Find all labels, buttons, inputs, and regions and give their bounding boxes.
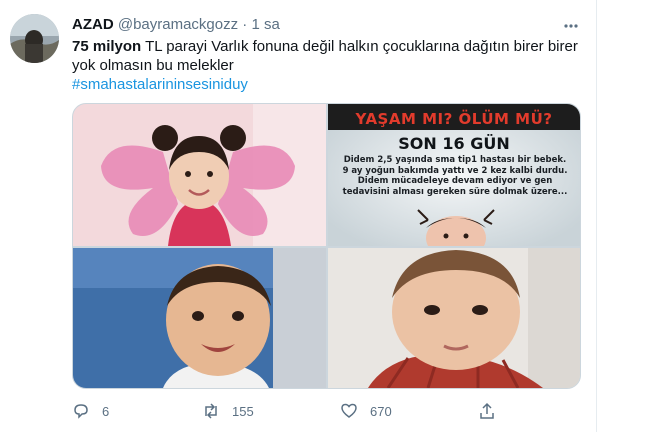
- reply-count: 6: [102, 403, 110, 419]
- poster-line: Didem mücadeleye devam ediyor ve gen: [357, 176, 553, 186]
- heart-icon: [341, 403, 357, 418]
- media-grid: YAŞAM MI? ÖLÜM MÜ? SON 16 GÜN Didem 2,5 …: [72, 103, 581, 389]
- like-button[interactable]: 670: [340, 400, 392, 422]
- poster-line: tedavisini alması gereken süre dolmak üz…: [342, 186, 568, 197]
- photo-girl-butterfly-wings[interactable]: [73, 104, 326, 246]
- like-count: 670: [370, 403, 392, 419]
- column-divider: [596, 0, 597, 432]
- tweet-text-body: TL parayi Varlık fonuna değil halkın çoc…: [72, 38, 578, 74]
- tweet-text-bold: 75 milyon: [72, 38, 142, 55]
- poster-body: Didem 2,5 yaşında sma tip1 hastası bir b…: [342, 155, 568, 197]
- photo-baby-smiling[interactable]: [73, 248, 326, 388]
- retweet-button[interactable]: 155: [202, 400, 254, 422]
- tweet-text: 75 milyon TL parayi Varlık fonuna değil …: [72, 37, 582, 94]
- tweet-actions: 6 155 670: [72, 400, 582, 422]
- tweet[interactable]: AZAD @bayramackgozz · 1 sa 75 milyon TL …: [0, 0, 670, 432]
- author-handle[interactable]: @bayramackgozz: [118, 16, 238, 33]
- retweet-icon: [205, 403, 217, 419]
- share-icon: [480, 402, 494, 419]
- photo-baby-closeup[interactable]: [328, 248, 580, 388]
- avatar[interactable]: [10, 14, 59, 63]
- tweet-time[interactable]: 1 sa: [251, 16, 279, 33]
- poster-title: YAŞAM MI? ÖLÜM MÜ?: [355, 110, 553, 128]
- reply-button[interactable]: 6: [72, 400, 109, 422]
- poster-line: 9 ay yoğun bakımda yattı ve 2 kez kalbi …: [342, 165, 568, 176]
- reply-icon: [74, 404, 88, 419]
- tweet-header: AZAD @bayramackgozz · 1 sa: [72, 15, 280, 35]
- poster-subtitle: SON 16 GÜN: [398, 134, 510, 153]
- share-button[interactable]: [478, 400, 508, 422]
- hashtag-link[interactable]: #smahastalarininsesiniduy: [72, 75, 582, 94]
- poster-line: Didem 2,5 yaşında sma tip1 hastası bir b…: [343, 155, 567, 165]
- separator-dot: ·: [242, 16, 248, 33]
- author-name[interactable]: AZAD: [72, 16, 114, 33]
- retweet-count: 155: [232, 403, 254, 419]
- photo-poster[interactable]: YAŞAM MI? ÖLÜM MÜ? SON 16 GÜN Didem 2,5 …: [328, 104, 580, 246]
- more-options-icon[interactable]: [561, 16, 581, 36]
